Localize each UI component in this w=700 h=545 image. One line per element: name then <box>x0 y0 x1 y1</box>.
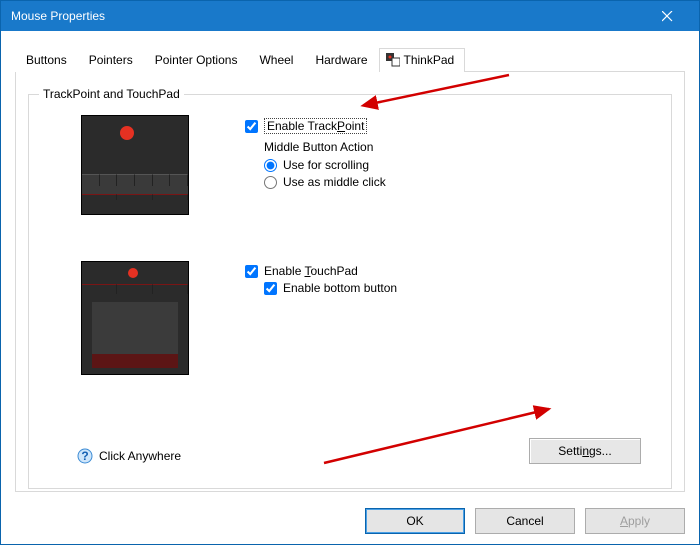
titlebar: Mouse Properties <box>1 1 699 31</box>
close-button[interactable] <box>645 1 689 31</box>
close-icon <box>662 11 673 22</box>
settings-button-label: Settings... <box>558 444 611 458</box>
middle-button-heading: Middle Button Action <box>264 140 386 154</box>
thinkpad-icon <box>386 53 400 67</box>
touchpad-illustration <box>81 261 189 375</box>
radio-use-for-scrolling-label: Use for scrolling <box>283 158 369 172</box>
enable-touchpad-label: Enable TouchPad <box>264 264 358 278</box>
cancel-button[interactable]: Cancel <box>475 508 575 534</box>
tab-pointers[interactable]: Pointers <box>78 48 144 72</box>
ok-button[interactable]: OK <box>365 508 465 534</box>
click-anywhere-label: Click Anywhere <box>99 449 181 463</box>
tab-buttons[interactable]: Buttons <box>15 48 78 72</box>
enable-touchpad-checkbox[interactable]: Enable TouchPad <box>245 264 397 278</box>
svg-text:?: ? <box>81 449 88 463</box>
enable-bottom-button-label: Enable bottom button <box>283 281 397 295</box>
tab-strip: Buttons Pointers Pointer Options Wheel H… <box>15 47 685 72</box>
radio-use-for-scrolling[interactable]: Use for scrolling <box>264 158 386 172</box>
apply-button[interactable]: Apply <box>585 508 685 534</box>
trackpoint-illustration <box>81 115 189 215</box>
tab-hardware[interactable]: Hardware <box>304 48 378 72</box>
radio-use-as-middle-click-label: Use as middle click <box>283 175 386 189</box>
group-title: TrackPoint and TouchPad <box>39 87 184 101</box>
window-title: Mouse Properties <box>11 9 645 23</box>
tab-pointer-options[interactable]: Pointer Options <box>144 48 249 72</box>
mouse-properties-window: Mouse Properties Buttons Pointers Pointe… <box>0 0 700 545</box>
tab-thinkpad-label: ThinkPad <box>404 53 455 67</box>
tab-thinkpad[interactable]: ThinkPad <box>379 48 466 72</box>
settings-button[interactable]: Settings... <box>529 438 641 464</box>
radio-use-as-middle-click[interactable]: Use as middle click <box>264 175 386 189</box>
help-icon: ? <box>77 448 93 464</box>
tab-wheel[interactable]: Wheel <box>248 48 304 72</box>
enable-bottom-button-checkbox[interactable]: Enable bottom button <box>264 281 397 295</box>
enable-trackpoint-label: Enable TrackPoint <box>264 118 367 134</box>
trackpoint-touchpad-group: TrackPoint and TouchPad Enable TrackPoin… <box>28 94 672 489</box>
enable-trackpoint-checkbox[interactable]: Enable TrackPoint <box>245 118 386 134</box>
tab-panel: TrackPoint and TouchPad Enable TrackPoin… <box>15 72 685 492</box>
dialog-buttons: OK Cancel Apply <box>365 508 685 534</box>
click-anywhere-link[interactable]: ? Click Anywhere <box>77 448 181 464</box>
